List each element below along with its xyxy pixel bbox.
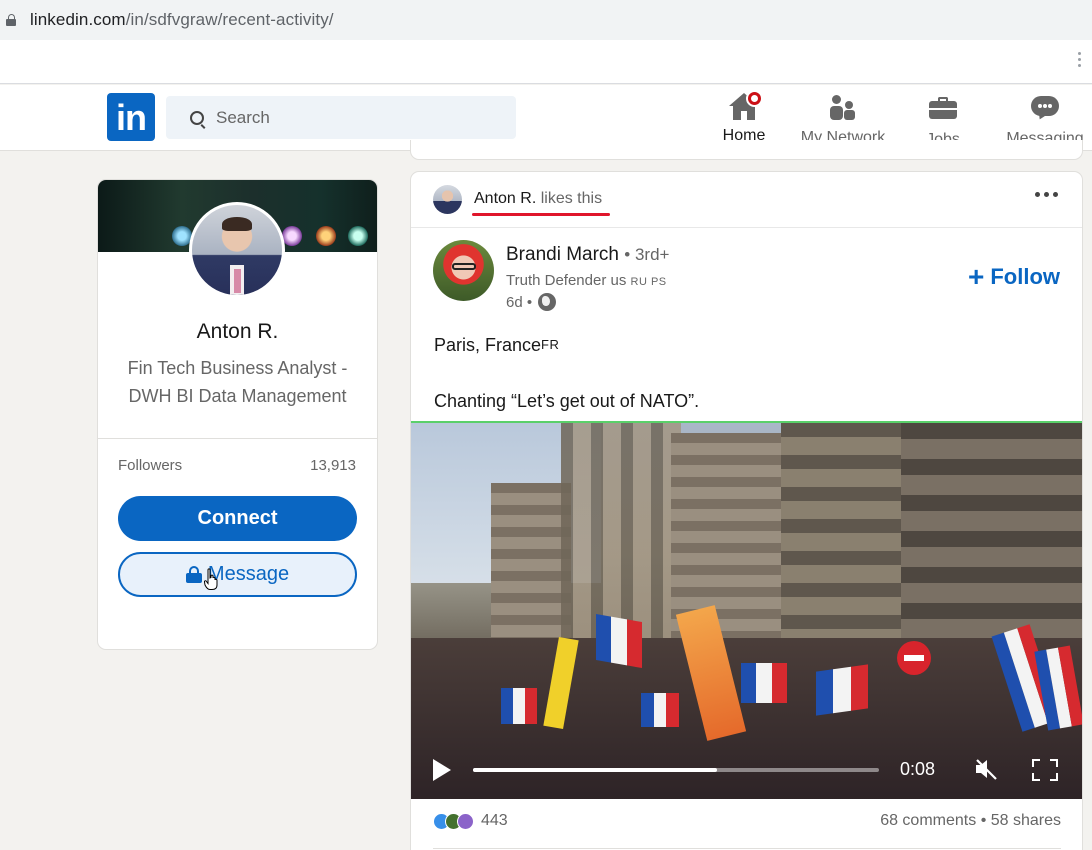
search-box[interactable]: [166, 96, 516, 139]
chat-bubble-icon: [1031, 96, 1059, 122]
french-flag-icon: [641, 693, 680, 727]
red-underline-annotation: [472, 213, 610, 216]
divider: [433, 848, 1061, 849]
post-line-flag: FR: [541, 337, 560, 352]
url-host: linkedin.com: [30, 10, 126, 29]
post-time-text: 6d •: [506, 293, 533, 311]
people-icon: [829, 95, 857, 121]
url-path: /in/sdfvgraw/recent-activity/: [125, 10, 334, 29]
actor-avatar[interactable]: [433, 184, 462, 214]
nav-jobs[interactable]: Jobs: [920, 91, 966, 148]
post-line-text: Paris, France: [434, 335, 542, 355]
banner-orb-icon: [316, 226, 336, 246]
followers-count: 13,913: [310, 457, 356, 474]
url-text[interactable]: linkedin.com/in/sdfvgraw/recent-activity…: [30, 10, 334, 30]
more-vertical-icon[interactable]: [1078, 52, 1082, 72]
video-building: [491, 483, 571, 653]
profile-name[interactable]: Anton R.: [98, 320, 377, 344]
french-flag-icon: [816, 664, 868, 716]
profile-headline: Fin Tech Business Analyst - DWH BI Data …: [127, 358, 348, 406]
profile-avatar[interactable]: [189, 202, 285, 298]
french-flag-icon: [741, 663, 787, 703]
separator-dot: •: [980, 812, 991, 829]
play-icon[interactable]: [433, 759, 451, 781]
briefcase-icon: [929, 97, 957, 119]
nav-messaging[interactable]: Messaging: [1000, 91, 1090, 147]
bookmarks-bar: [0, 40, 1092, 84]
feed-post: Anton R. likes this Brandi March • 3rd+ …: [410, 171, 1083, 850]
shares-count[interactable]: 58 shares: [991, 812, 1061, 829]
lock-icon: [185, 566, 202, 583]
reactions-count: 443: [481, 812, 508, 829]
message-button-label: Message: [207, 563, 290, 585]
linkedin-logo[interactable]: in: [107, 93, 155, 141]
globe-icon: [538, 293, 557, 311]
video-progress-fill: [473, 768, 717, 772]
nav-home[interactable]: Home: [718, 90, 770, 147]
author-avatar[interactable]: [433, 240, 494, 301]
lock-icon: [6, 14, 16, 26]
nav-my-network[interactable]: My Network: [795, 91, 891, 147]
fullscreen-icon[interactable]: [1032, 759, 1058, 781]
follow-button[interactable]: + Follow: [967, 261, 1060, 292]
video-player[interactable]: 0:08: [411, 421, 1082, 799]
message-button[interactable]: Message: [118, 552, 357, 597]
author-name-row[interactable]: Brandi March • 3rd+: [506, 244, 669, 266]
address-bar[interactable]: linkedin.com/in/sdfvgraw/recent-activity…: [0, 0, 1092, 40]
post-line: Chanting “Let’s get out of NATO”.: [434, 391, 700, 411]
activity-header: Anton R. likes this: [433, 183, 610, 216]
video-time: 0:08: [900, 759, 936, 779]
engagement-counts: 68 comments • 58 shares: [880, 812, 1061, 830]
more-options-icon[interactable]: [1035, 192, 1058, 197]
comments-count[interactable]: 68 comments: [880, 812, 976, 829]
french-flag-icon: [501, 688, 537, 724]
banner-orb-icon: [282, 226, 302, 246]
post-time: 6d •: [506, 293, 557, 311]
profile-card: Anton R. Fin Tech Business Analyst - DWH…: [97, 179, 378, 650]
search-input[interactable]: [216, 107, 496, 128]
no-entry-sign-bar: [904, 655, 924, 661]
activity-text: likes this: [540, 190, 603, 207]
french-flag-icon: [596, 613, 642, 669]
previous-post-card: [410, 140, 1083, 160]
notification-badge: [746, 90, 763, 107]
hand-cursor-icon: [204, 568, 218, 590]
insightful-reaction-icon: [457, 812, 474, 830]
followers-row: Followers 13,913: [98, 439, 377, 474]
video-progress-bar[interactable]: [473, 768, 879, 772]
muted-volume-icon[interactable]: [974, 757, 1000, 781]
social-counts: 443 68 comments • 58 shares: [433, 812, 1061, 830]
plus-icon: +: [967, 261, 985, 292]
author-name[interactable]: Brandi March: [506, 244, 619, 265]
banner-orb-icon: [348, 226, 368, 246]
followers-label: Followers: [118, 457, 183, 474]
post-line: Paris, France FR: [434, 331, 699, 359]
connect-button[interactable]: Connect: [118, 496, 357, 541]
author-headline: Truth Defender us RU PS: [506, 272, 667, 289]
reactions[interactable]: 443: [433, 812, 508, 830]
divider: [411, 227, 1082, 228]
video-building: [901, 423, 1082, 653]
connection-degree: • 3rd+: [624, 245, 670, 264]
search-icon: [190, 110, 204, 125]
author-headline-text: Truth Defender us: [506, 272, 627, 289]
activity-actor[interactable]: Anton R.: [474, 190, 536, 207]
video-building: [781, 423, 901, 653]
follow-label: Follow: [990, 264, 1060, 289]
author-headline-flags: RU PS: [630, 276, 667, 288]
